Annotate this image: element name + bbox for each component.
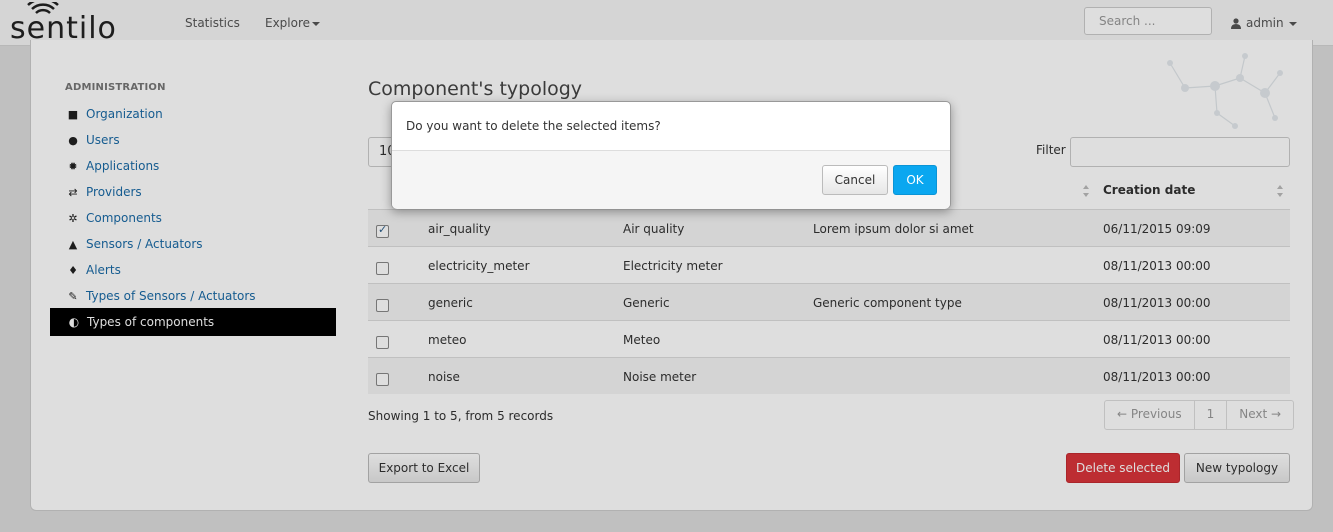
dialog-footer: Cancel OK — [392, 150, 950, 209]
modal-backdrop[interactable] — [0, 0, 1333, 532]
dialog-message: Do you want to delete the selected items… — [406, 119, 661, 133]
ok-button[interactable]: OK — [893, 165, 937, 195]
confirm-dialog: Do you want to delete the selected items… — [391, 101, 951, 209]
cancel-button[interactable]: Cancel — [822, 165, 888, 195]
